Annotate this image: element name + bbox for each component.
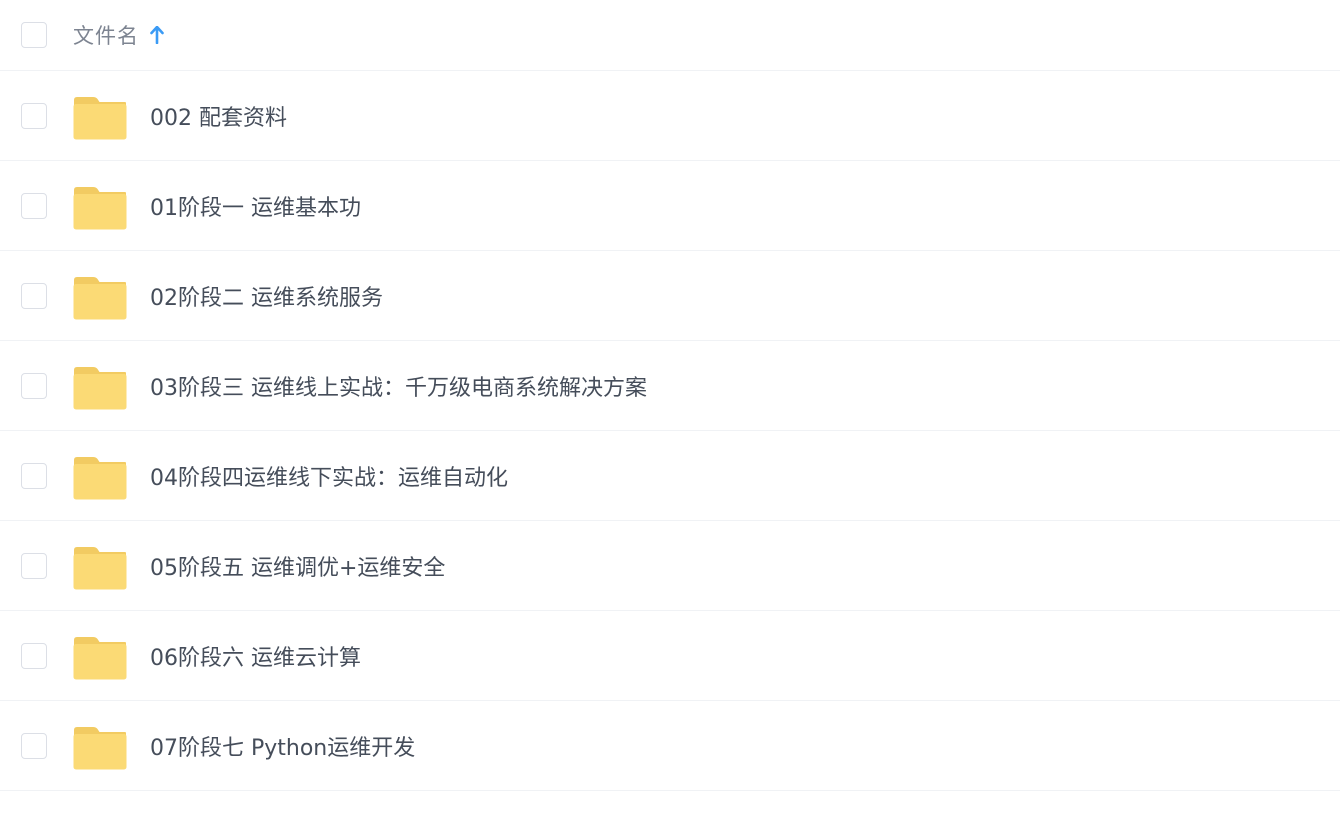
list-item[interactable]: 01阶段一 运维基本功 (0, 161, 1340, 251)
row-checkbox-cell (0, 102, 73, 129)
folder-icon (73, 456, 127, 499)
row-checkbox[interactable] (21, 372, 47, 399)
file-rows: 002 配套资料 01阶段一 运维基本功 02阶段二 运维系统服务 03阶段三 … (0, 71, 1340, 791)
folder-icon (73, 276, 127, 319)
row-checkbox[interactable] (21, 732, 47, 759)
list-item[interactable]: 02阶段二 运维系统服务 (0, 251, 1340, 341)
file-list: 文件名 002 配套资料 01阶段一 运维基本功 02阶段二 运维系统服务 03… (0, 0, 1340, 791)
select-all-checkbox[interactable] (21, 22, 47, 48)
folder-icon (73, 96, 127, 139)
list-item[interactable]: 07阶段七 Python运维开发 (0, 701, 1340, 791)
list-item[interactable]: 05阶段五 运维调优+运维安全 (0, 521, 1340, 611)
folder-icon (73, 636, 127, 679)
file-name[interactable]: 04阶段四运维线下实战：运维自动化 (150, 460, 508, 492)
row-checkbox-cell (0, 282, 73, 309)
row-checkbox[interactable] (21, 462, 47, 489)
list-item[interactable]: 04阶段四运维线下实战：运维自动化 (0, 431, 1340, 521)
folder-icon (73, 726, 127, 769)
folder-icon (73, 546, 127, 589)
row-checkbox-cell (0, 552, 73, 579)
file-name[interactable]: 002 配套资料 (150, 100, 287, 132)
list-header: 文件名 (0, 0, 1340, 71)
row-checkbox-cell (0, 462, 73, 489)
folder-icon (73, 186, 127, 229)
row-checkbox[interactable] (21, 192, 47, 219)
row-checkbox-cell (0, 192, 73, 219)
sort-by-name-button[interactable]: 文件名 (73, 20, 164, 50)
row-checkbox-cell (0, 642, 73, 669)
row-checkbox-cell (0, 732, 73, 759)
column-header-name: 文件名 (73, 24, 139, 48)
list-item[interactable]: 002 配套资料 (0, 71, 1340, 161)
row-checkbox[interactable] (21, 552, 47, 579)
select-all-cell (0, 22, 73, 48)
file-name[interactable]: 06阶段六 运维云计算 (150, 640, 361, 672)
file-name[interactable]: 03阶段三 运维线上实战：千万级电商系统解决方案 (150, 370, 647, 402)
file-name[interactable]: 01阶段一 运维基本功 (150, 190, 361, 222)
list-item[interactable]: 06阶段六 运维云计算 (0, 611, 1340, 701)
file-name[interactable]: 05阶段五 运维调优+运维安全 (150, 550, 445, 582)
arrow-up-icon (150, 26, 164, 44)
folder-icon (73, 366, 127, 409)
file-name[interactable]: 02阶段二 运维系统服务 (150, 280, 383, 312)
row-checkbox-cell (0, 372, 73, 399)
row-checkbox[interactable] (21, 642, 47, 669)
file-name[interactable]: 07阶段七 Python运维开发 (150, 730, 415, 762)
row-checkbox[interactable] (21, 102, 47, 129)
row-checkbox[interactable] (21, 282, 47, 309)
list-item[interactable]: 03阶段三 运维线上实战：千万级电商系统解决方案 (0, 341, 1340, 431)
